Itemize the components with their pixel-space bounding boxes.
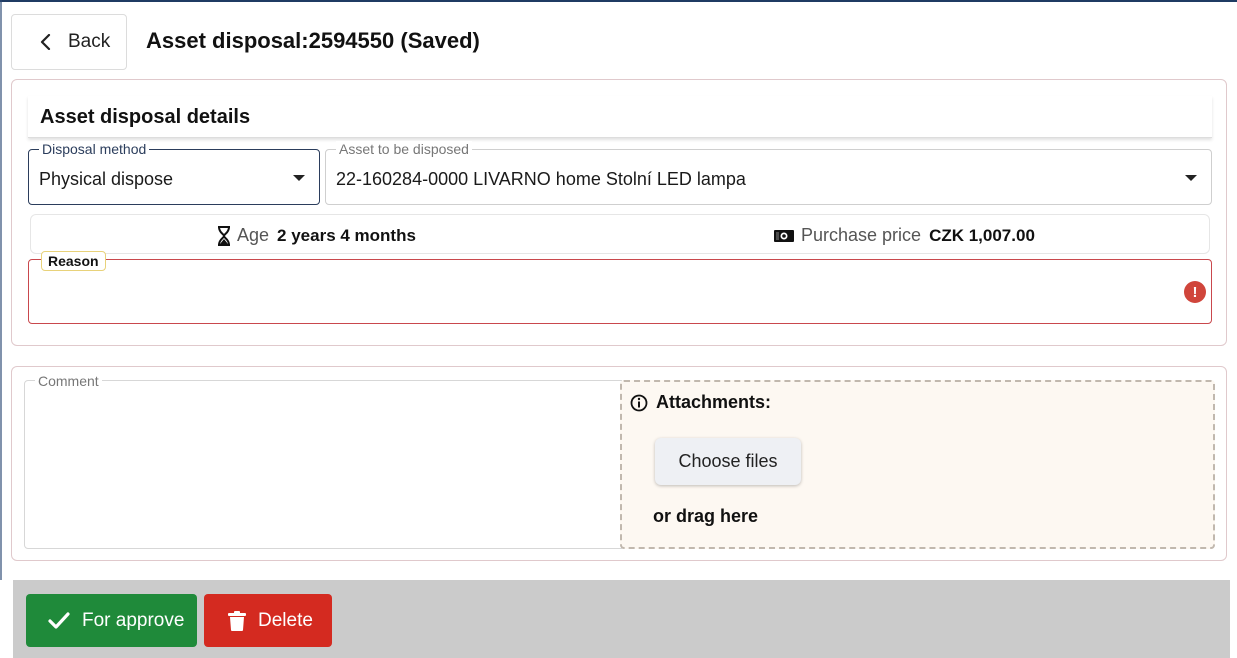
comment-textarea[interactable]: Comment (24, 373, 622, 549)
chevron-left-icon (40, 34, 51, 50)
reason-label: Reason (41, 251, 106, 271)
attachments-title-text: Attachments: (656, 392, 772, 412)
comment-label: Comment (35, 373, 102, 389)
caret-down-icon (1185, 175, 1197, 181)
disposal-method-select[interactable]: Disposal method Physical dispose (28, 141, 320, 205)
purchase-price-label: Purchase price (801, 225, 922, 245)
delete-button[interactable]: Delete (204, 594, 332, 647)
asset-label: Asset to be disposed (336, 141, 472, 157)
purchase-price-info: Purchase price CZK 1,007.00 (773, 225, 1035, 246)
trash-icon (228, 610, 246, 631)
asset-value: 22-160284-0000 LIVARNO home Stolní LED l… (336, 169, 746, 189)
drag-here-text: or drag here (653, 506, 759, 526)
exclamation-icon: ! (1184, 281, 1206, 303)
left-border (0, 0, 2, 580)
money-icon (774, 229, 794, 242)
back-button-label: Back (68, 31, 111, 52)
reason-input[interactable]: Reason ! (28, 251, 1212, 324)
for-approve-label: For approve (82, 609, 185, 631)
asset-info-strip: Age 2 years 4 months Purchase price CZK … (30, 214, 1210, 254)
disposal-method-label: Disposal method (39, 141, 150, 157)
hourglass-icon (218, 225, 230, 246)
for-approve-button[interactable]: For approve (26, 594, 197, 647)
info-icon (630, 394, 648, 411)
back-button[interactable]: Back (11, 14, 127, 70)
page-title: Asset disposal:2594550 (Saved) (146, 28, 480, 53)
details-section-title: Asset disposal details (40, 106, 251, 128)
age-value: 2 years 4 months (277, 225, 416, 245)
asset-disposal-details-card: Asset disposal details Disposal method P… (11, 79, 1227, 346)
purchase-price-value: CZK 1,007.00 (929, 225, 1035, 245)
action-bar: For approve Delete (13, 580, 1230, 658)
choose-files-button[interactable]: Choose files (655, 438, 801, 485)
caret-down-icon (293, 175, 305, 181)
attachments-dropzone[interactable]: Attachments: Choose files or drag here (620, 380, 1215, 549)
age-info: Age 2 years 4 months (217, 225, 416, 246)
asset-select[interactable]: Asset to be disposed 22-160284-0000 LIVA… (325, 141, 1212, 205)
age-label: Age (237, 225, 270, 245)
comment-attachments-card: Comment Attachments: Choose files or dra… (11, 366, 1227, 561)
attachments-title: Attachments: (630, 392, 771, 413)
top-border (0, 0, 1237, 2)
check-icon (48, 611, 70, 629)
delete-label: Delete (258, 609, 313, 631)
disposal-method-value: Physical dispose (39, 169, 174, 189)
details-header: Asset disposal details (28, 96, 1212, 138)
